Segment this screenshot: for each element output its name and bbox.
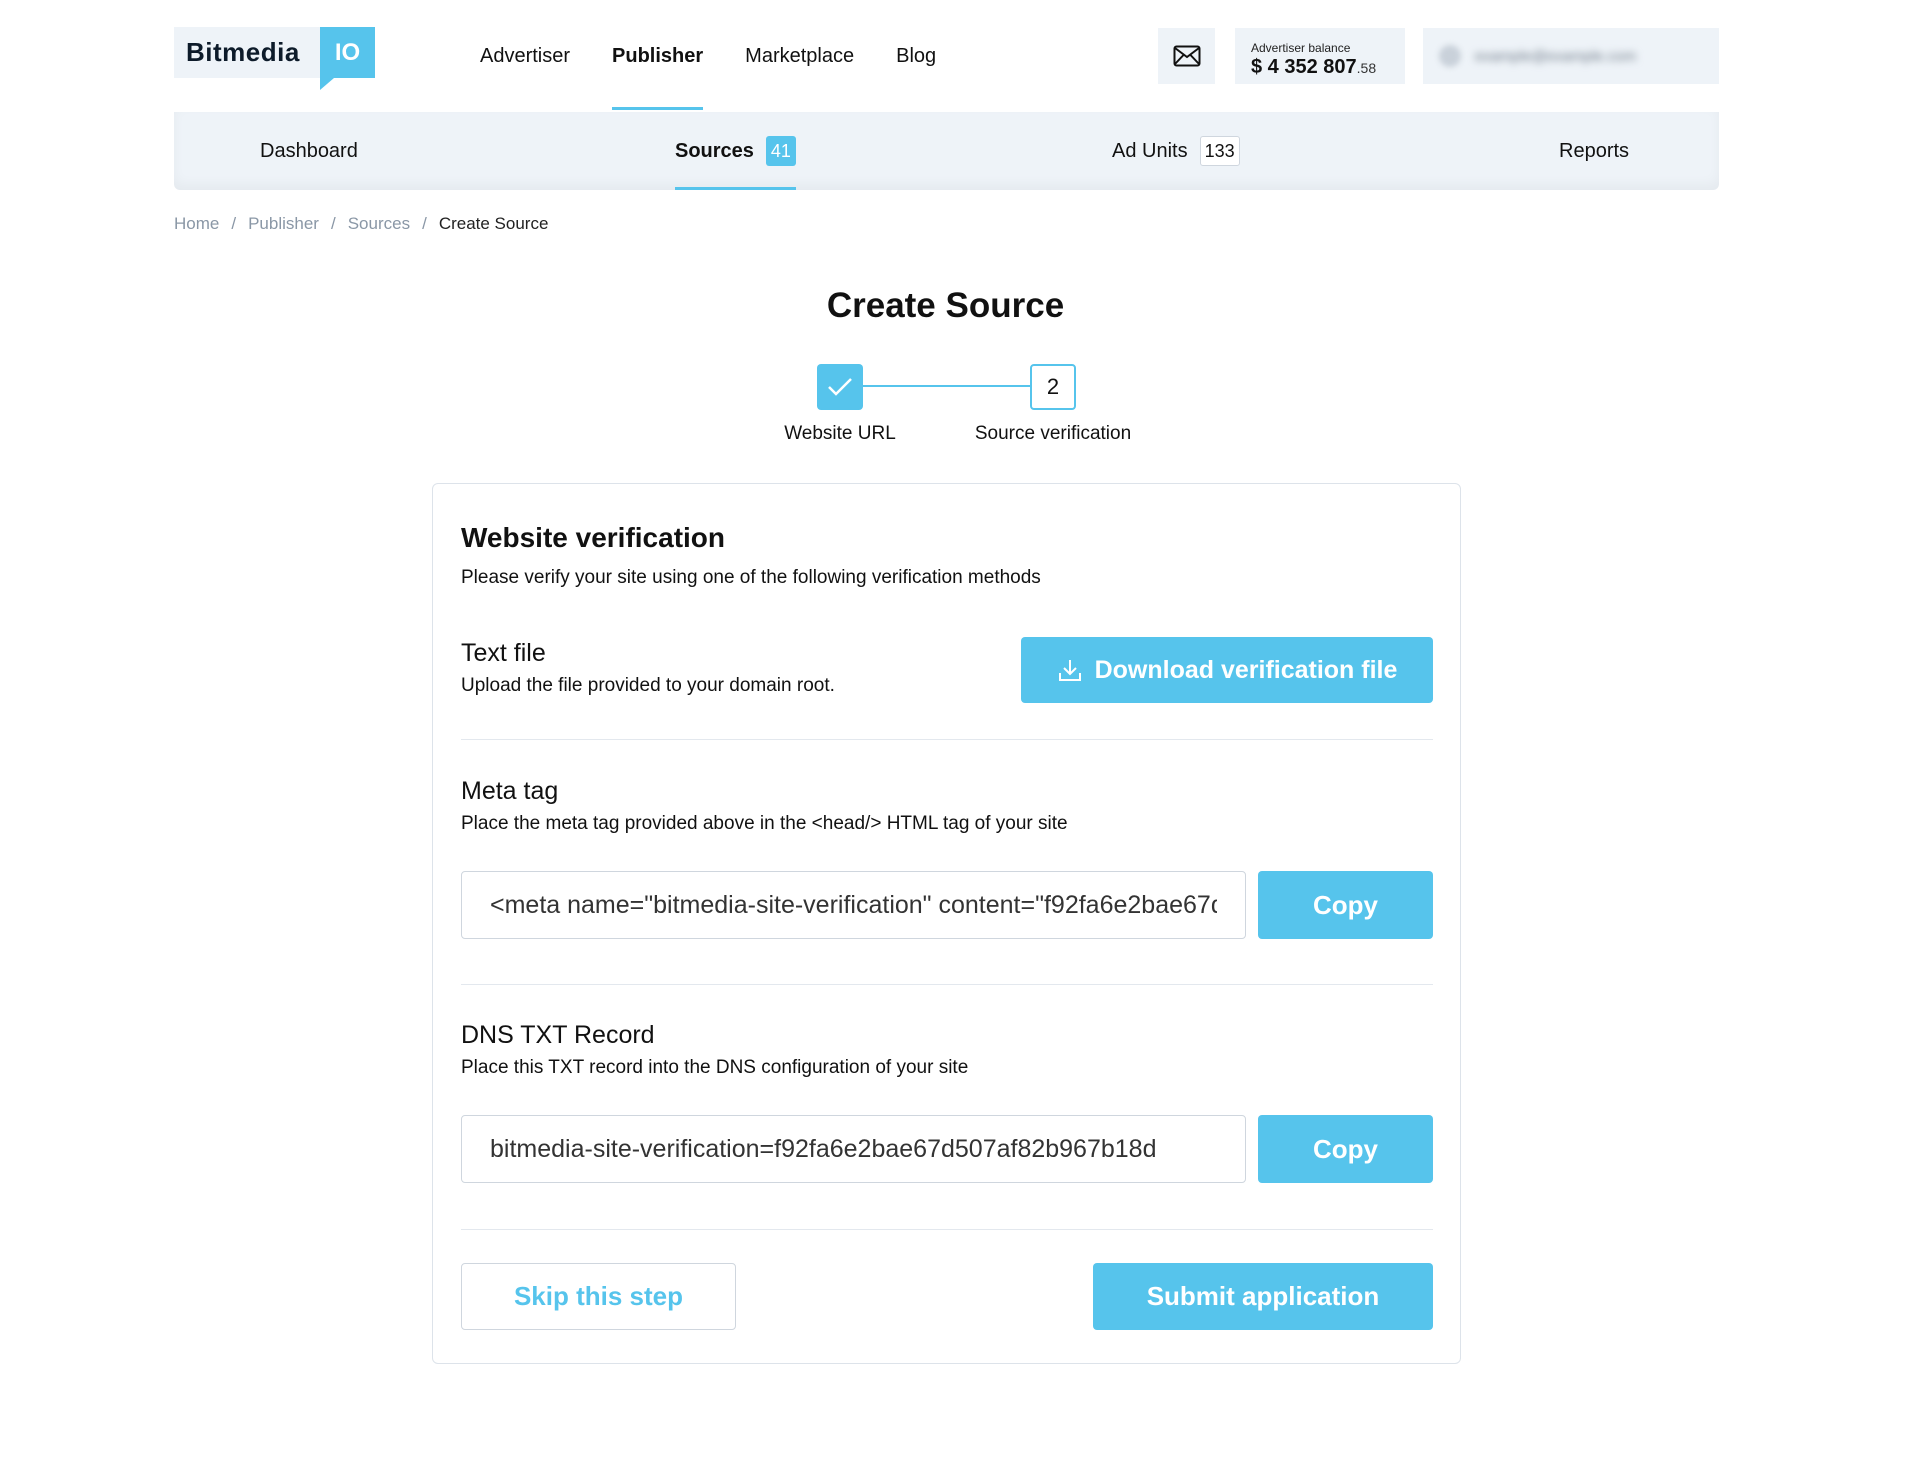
step-1-complete (817, 364, 863, 410)
step-2-label: Source verification (974, 423, 1132, 444)
nav-marketplace[interactable]: Marketplace (745, 0, 854, 112)
messages-button[interactable] (1158, 28, 1215, 84)
logo-wordmark: Bitmedia (174, 27, 320, 78)
section-divider (461, 984, 1433, 985)
checkmark-icon (828, 378, 852, 396)
bitmedia-logo[interactable]: Bitmedia IO (174, 27, 375, 90)
stepper-connector (863, 385, 1030, 387)
text-file-title: Text file (461, 639, 546, 667)
skip-step-button[interactable]: Skip this step (461, 1263, 736, 1330)
tab-reports[interactable]: Reports (1559, 112, 1629, 190)
nav-publisher[interactable]: Publisher (612, 0, 704, 112)
breadcrumb-sources[interactable]: Sources (348, 214, 410, 234)
card-title: Website verification (461, 522, 726, 553)
user-menu[interactable]: example@example.com (1423, 28, 1719, 84)
ad-units-count-badge: 133 (1199, 136, 1240, 166)
tab-sources[interactable]: Sources 41 (675, 112, 796, 190)
download-verification-file-button[interactable]: Download verification file (1021, 637, 1433, 703)
dns-record-field[interactable]: bitmedia-site-verification=f92fa6e2bae67… (461, 1115, 1246, 1183)
nav-advertiser[interactable]: Advertiser (480, 0, 570, 112)
meta-tag-description: Place the meta tag provided above in the… (461, 813, 1068, 834)
balance-label: Advertiser balance (1251, 41, 1351, 55)
breadcrumb: Home / Publisher / Sources / Create Sour… (174, 214, 548, 234)
avatar (1439, 45, 1461, 67)
breadcrumb-separator: / (422, 214, 427, 233)
breadcrumb-current: Create Source (438, 214, 549, 233)
publisher-subnav: Dashboard Sources 41 Ad Units 133 Report… (174, 112, 1719, 190)
nav-blog[interactable]: Blog (896, 0, 936, 112)
copy-dns-record-label: Copy (1313, 1133, 1378, 1164)
dns-record-value: bitmedia-site-verification=f92fa6e2bae67… (490, 1134, 1157, 1163)
step-1-label: Website URL (784, 423, 896, 444)
top-header: Bitmedia IO Advertiser Publisher Marketp… (0, 0, 1905, 112)
text-file-description: Upload the file provided to your domain … (461, 675, 835, 696)
breadcrumb-separator: / (231, 214, 237, 233)
advertiser-balance[interactable]: Advertiser balance $ 4 352 807.58 (1235, 28, 1405, 84)
copy-meta-tag-label: Copy (1313, 889, 1378, 920)
copy-dns-record-button[interactable]: Copy (1258, 1115, 1433, 1183)
sources-count-badge: 41 (765, 136, 796, 166)
download-button-label: Download verification file (1094, 655, 1398, 684)
download-icon (1058, 660, 1081, 681)
submit-application-label: Submit application (1146, 1281, 1380, 1311)
meta-tag-value: <meta name="bitmedia-site-verification" … (490, 890, 1217, 919)
meta-tag-field[interactable]: <meta name="bitmedia-site-verification" … (461, 871, 1246, 939)
breadcrumb-publisher[interactable]: Publisher (248, 214, 319, 234)
logo-io-mark: IO (320, 27, 375, 90)
dns-record-title: DNS TXT Record (461, 1021, 655, 1049)
section-divider (461, 739, 1433, 740)
balance-value: $ 4 352 807.58 (1251, 56, 1405, 79)
main-nav: Advertiser Publisher Marketplace Blog (480, 0, 978, 112)
user-email: example@example.com (1475, 47, 1637, 65)
card-description: Please verify your site using one of the… (461, 567, 1041, 588)
tab-sources-label: Sources (675, 139, 754, 162)
dns-record-description: Place this TXT record into the DNS confi… (461, 1057, 969, 1078)
breadcrumb-separator: / (330, 214, 336, 233)
envelope-icon (1173, 45, 1200, 67)
copy-meta-tag-button[interactable]: Copy (1258, 871, 1433, 939)
breadcrumb-home[interactable]: Home (174, 214, 219, 234)
page-title: Create Source (826, 286, 1065, 325)
tab-ad-units-label: Ad Units (1112, 139, 1188, 162)
section-divider (461, 1229, 1433, 1230)
tab-reports-label: Reports (1559, 139, 1630, 162)
balance-main: $ 4 352 807 (1251, 56, 1357, 78)
submit-application-button[interactable]: Submit application (1093, 1263, 1433, 1330)
tab-ad-units[interactable]: Ad Units 133 (1112, 112, 1240, 190)
verification-card: Website verification Please verify your … (432, 483, 1461, 1364)
step-2-current: 2 (1030, 364, 1076, 410)
tab-dashboard[interactable]: Dashboard (260, 112, 358, 190)
tab-dashboard-label: Dashboard (260, 139, 358, 162)
skip-step-label: Skip this step (513, 1281, 684, 1311)
balance-cents: .58 (1356, 60, 1377, 76)
meta-tag-title: Meta tag (461, 777, 559, 805)
